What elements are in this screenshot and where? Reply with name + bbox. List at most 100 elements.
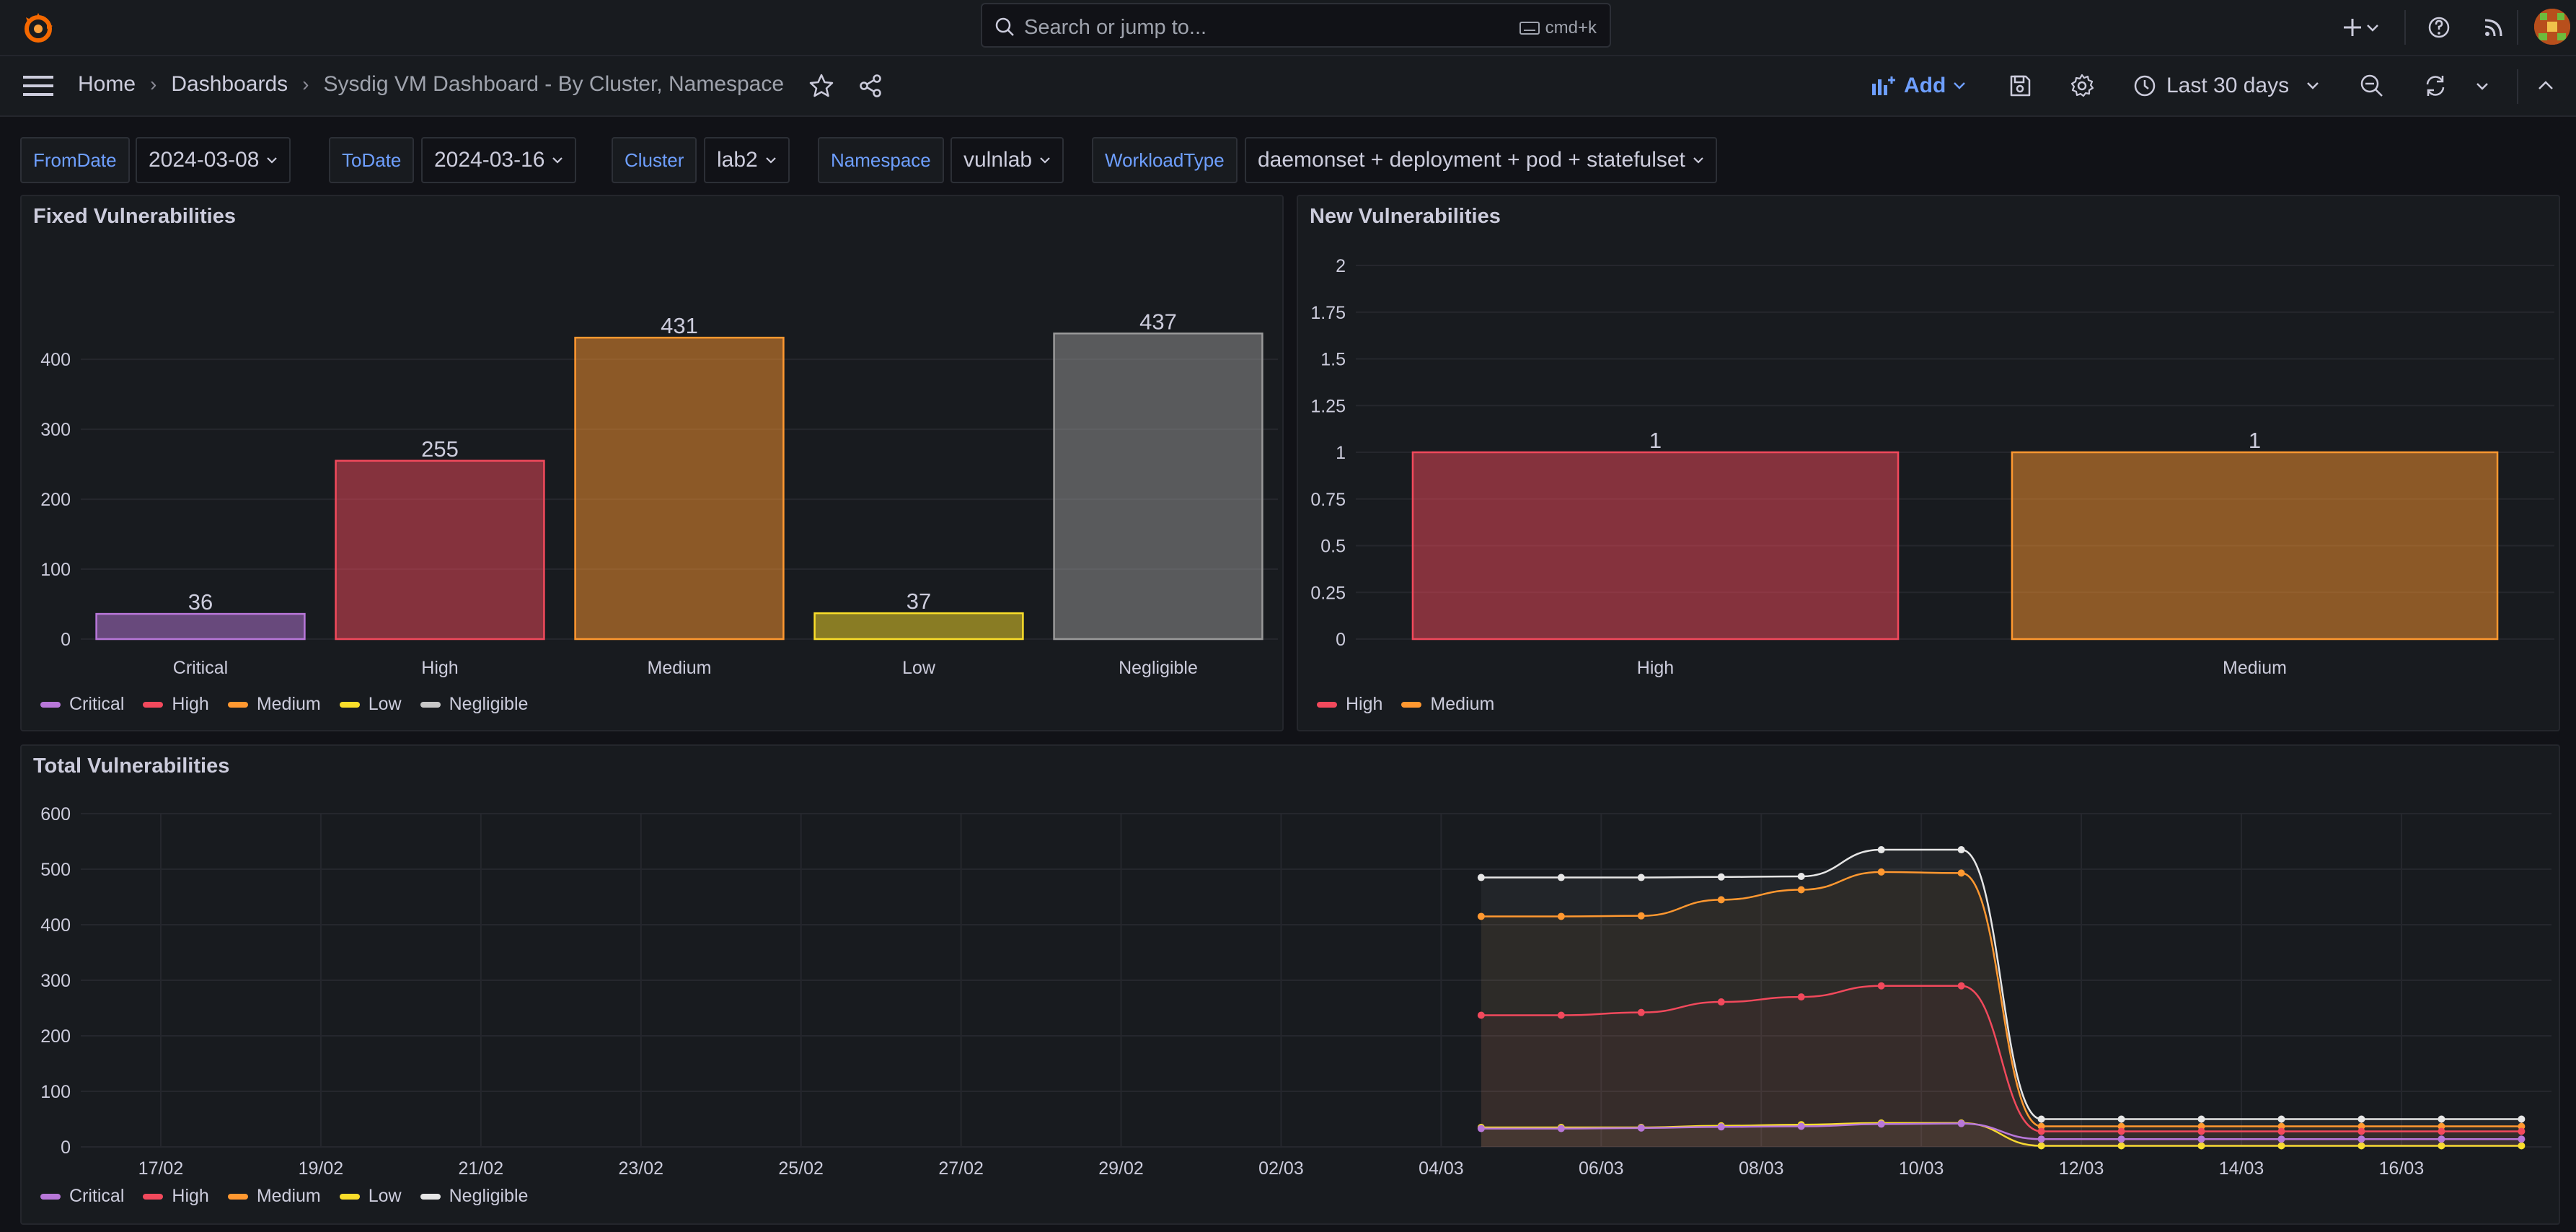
- legend-item-critical[interactable]: Critical: [40, 694, 124, 715]
- panel-new-vulnerabilities[interactable]: New Vulnerabilities 0 0.25 0.5 0.75 1 1.25 1.5…: [1297, 195, 2560, 731]
- chevron-down-icon[interactable]: [2475, 72, 2489, 100]
- y-tick-label: 0: [61, 630, 71, 650]
- chevron-down-icon: [1954, 82, 1966, 89]
- legend-swatch: [339, 1193, 360, 1200]
- legend-item-negligible[interactable]: Negligible: [420, 1186, 529, 1207]
- legend-item-critical[interactable]: Critical: [40, 1186, 124, 1207]
- search-icon: [995, 17, 1014, 36]
- news-feed-icon[interactable]: [2481, 14, 2507, 40]
- legend-item-negligible[interactable]: Negligible: [420, 694, 529, 715]
- legend-item-low[interactable]: Low: [339, 1186, 402, 1207]
- x-tick-label: 19/02: [299, 1158, 344, 1179]
- legend-label: High: [172, 1186, 209, 1206]
- legend-swatch: [227, 1193, 248, 1200]
- data-point-critical: [2197, 1135, 2205, 1143]
- legend-swatch: [143, 701, 164, 708]
- data-point-high: [1797, 993, 1805, 1001]
- menu-icon[interactable]: [23, 74, 53, 98]
- data-point-negligible: [2438, 1115, 2445, 1123]
- variable-select-namespace[interactable]: vulnlab: [950, 137, 1064, 183]
- bar-value-label: 431: [661, 313, 698, 338]
- zoom-out-icon[interactable]: [2358, 72, 2386, 100]
- legend-label: Low: [368, 694, 402, 714]
- data-point-critical: [1877, 1120, 1885, 1128]
- y-tick-label: 300: [40, 971, 71, 991]
- variable-label-todate: ToDate: [329, 137, 415, 183]
- data-point-negligible: [1957, 846, 1965, 854]
- search-bar[interactable]: Search or jump to... cmd+k: [981, 3, 1611, 48]
- user-avatar[interactable]: [2534, 9, 2570, 45]
- data-point-high: [2518, 1127, 2526, 1135]
- legend-swatch: [1401, 701, 1422, 708]
- data-point-negligible: [1477, 874, 1485, 881]
- x-tick-label: 06/03: [1579, 1158, 1624, 1179]
- y-tick-label: 1: [1336, 443, 1346, 463]
- y-tick-label: 0.25: [1310, 583, 1346, 603]
- settings-gear-icon[interactable]: [2068, 72, 2096, 100]
- data-point-high: [1957, 982, 1965, 990]
- bar-high: [335, 459, 545, 641]
- variable-select-cluster[interactable]: lab2: [704, 137, 790, 183]
- x-tick-label: Medium: [648, 658, 712, 678]
- legend-label: Medium: [256, 694, 321, 714]
- variable-select-fromdate[interactable]: 2024-03-08: [136, 137, 291, 183]
- refresh-icon[interactable]: [2422, 72, 2449, 100]
- y-tick-label: 1.75: [1310, 303, 1346, 323]
- grafana-logo-icon[interactable]: [20, 10, 56, 46]
- data-point-high: [2438, 1127, 2445, 1135]
- bar-value-label: 1: [1649, 428, 1662, 453]
- panel-total-vulnerabilities[interactable]: Total Vulnerabilities 0 100 200 300 400 500 60…: [20, 744, 2560, 1225]
- bar-value-label: 437: [1139, 309, 1177, 334]
- save-icon[interactable]: [2006, 72, 2034, 100]
- y-tick-label: 1.5: [1320, 350, 1346, 370]
- data-point-negligible: [2518, 1115, 2526, 1123]
- legend-item-high[interactable]: High: [143, 1186, 209, 1207]
- y-tick-label: 200: [40, 490, 71, 510]
- variable-select-workloadtype[interactable]: daemonset + deployment + pod + statefuls…: [1245, 137, 1717, 183]
- data-point-high: [2037, 1127, 2045, 1135]
- y-tick-label: 400: [40, 350, 71, 370]
- variable-value: daemonset + deployment + pod + statefuls…: [1258, 148, 1685, 172]
- breadcrumb-dashboards[interactable]: Dashboards: [171, 72, 288, 97]
- data-point-critical: [1637, 1124, 1645, 1132]
- x-tick-label: 10/03: [1899, 1158, 1944, 1179]
- y-tick-label: 2: [1336, 256, 1346, 276]
- data-point-critical: [2037, 1135, 2045, 1143]
- panel-fixed-vulnerabilities[interactable]: Fixed Vulnerabilities 0 100 200 300 400 36 Cri…: [20, 195, 1284, 731]
- avatar-icon: [2534, 9, 2570, 45]
- chevron-up-icon[interactable]: [2533, 72, 2559, 100]
- time-range-picker[interactable]: Last 30 days: [2133, 71, 2319, 101]
- breadcrumb-home[interactable]: Home: [78, 72, 136, 97]
- legend-item-low[interactable]: Low: [339, 694, 402, 715]
- legend-item-high[interactable]: High: [1317, 694, 1382, 715]
- x-tick-label: 23/02: [618, 1158, 663, 1179]
- x-tick-label: Low: [902, 658, 936, 678]
- legend-label: Negligible: [449, 694, 529, 714]
- legend-item-medium[interactable]: Medium: [1401, 694, 1494, 715]
- variable-select-todate[interactable]: 2024-03-16: [421, 137, 577, 183]
- chart-legend: High Medium: [1317, 694, 1494, 715]
- legend-label: Medium: [256, 1186, 321, 1206]
- data-point-critical: [2277, 1135, 2285, 1143]
- x-tick-label: High: [421, 658, 458, 678]
- share-icon[interactable]: [857, 72, 884, 100]
- legend-item-medium[interactable]: Medium: [227, 1186, 321, 1207]
- star-icon[interactable]: [808, 72, 835, 100]
- legend-item-high[interactable]: High: [143, 694, 209, 715]
- chevron-down-icon[interactable]: [2365, 14, 2380, 40]
- add-button[interactable]: Add: [1871, 71, 1966, 101]
- chevron-right-icon: ›: [150, 73, 157, 95]
- chevron-down-icon: [1693, 157, 1703, 164]
- toolbar-divider: [2404, 10, 2406, 45]
- legend-item-medium[interactable]: Medium: [227, 694, 321, 715]
- legend-swatch: [339, 701, 360, 708]
- x-tick-label: Medium: [2223, 658, 2287, 678]
- data-point-negligible: [1877, 846, 1885, 854]
- data-point-medium: [1477, 912, 1485, 920]
- help-icon[interactable]: [2426, 14, 2452, 40]
- data-point-negligible: [1557, 874, 1565, 881]
- legend-label: Negligible: [449, 1186, 529, 1206]
- clock-icon: [2134, 75, 2156, 97]
- y-tick-label: 500: [40, 860, 71, 880]
- plus-icon[interactable]: [2339, 14, 2365, 40]
